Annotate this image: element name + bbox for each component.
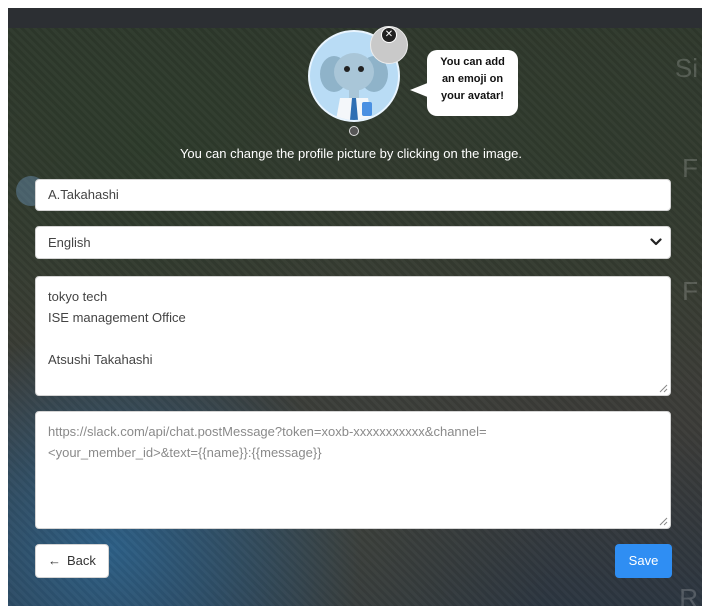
resize-handle-icon[interactable] (658, 516, 668, 526)
background-glyph: R (679, 583, 698, 606)
resize-handle-icon[interactable] (658, 383, 668, 393)
bubble-line: You can add (440, 56, 505, 68)
bubble-line: an emoji on (441, 73, 504, 85)
back-button[interactable]: ← Back (35, 544, 109, 578)
bio-line (48, 328, 658, 349)
profile-picture-hint: You can change the profile picture by cl… (179, 146, 523, 161)
bio-line: ISE management Office (48, 310, 186, 325)
chevron-down-icon (650, 238, 662, 246)
name-input[interactable]: A.Takahashi (35, 179, 671, 211)
webhook-url-textarea[interactable]: https://slack.com/api/chat.postMessage?t… (35, 411, 671, 529)
bio-line: Atsushi Takahashi (48, 352, 153, 367)
webhook-placeholder-line: https://slack.com/api/chat.postMessage?t… (48, 424, 487, 439)
language-select-value: English (48, 235, 91, 250)
close-icon[interactable]: ✕ (381, 27, 397, 43)
bubble-line: your avatar! (441, 90, 504, 102)
background-glyph: F (682, 276, 698, 306)
bio-line: tokyo tech (48, 289, 108, 304)
bio-textarea[interactable]: tokyo tech ISE management Office Atsushi… (35, 276, 671, 396)
top-bar (8, 8, 702, 28)
avatar-container[interactable] (308, 26, 408, 122)
avatar-indicator (349, 126, 359, 136)
background-glyph: Si (674, 53, 698, 83)
back-button-label: Back (67, 553, 96, 568)
language-select[interactable]: English (35, 226, 671, 259)
emoji-tip-bubble: You can add an emoji on your avatar! (427, 50, 518, 116)
name-input-value: A.Takahashi (48, 187, 119, 202)
webhook-placeholder-line: <your_member_id>&text={{name}}:{{message… (48, 445, 322, 460)
save-button[interactable]: Save (615, 544, 672, 578)
arrow-left-icon: ← (48, 553, 61, 568)
